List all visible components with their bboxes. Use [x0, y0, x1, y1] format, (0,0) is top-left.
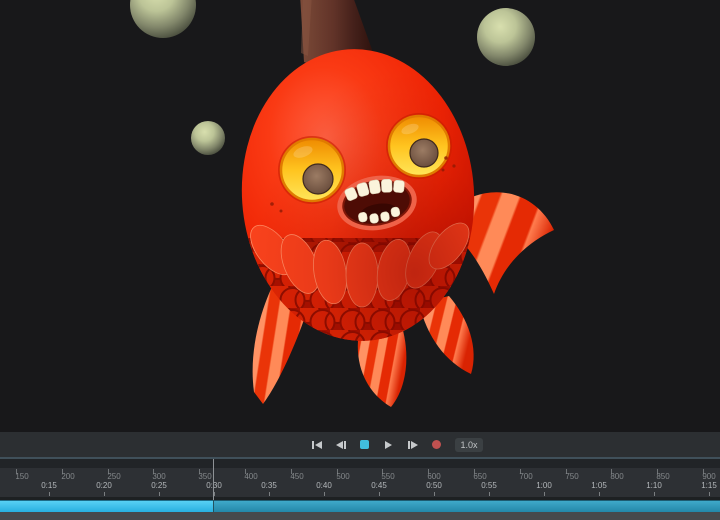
time-tick — [214, 492, 215, 496]
time-label: 0:15 — [41, 481, 57, 490]
frame-label: 300 — [152, 472, 165, 481]
transport-bar: 1.0x — [0, 432, 720, 457]
stop-button[interactable] — [357, 437, 372, 452]
frame-label: 850 — [656, 472, 669, 481]
frame-label: 600 — [427, 472, 440, 481]
frame-label: 450 — [290, 472, 303, 481]
time-tick — [159, 492, 160, 496]
playhead[interactable] — [213, 459, 214, 500]
frame-label: 200 — [61, 472, 74, 481]
frame-label: 800 — [610, 472, 623, 481]
left-pupil — [303, 164, 333, 194]
frame-label: 550 — [381, 472, 394, 481]
transport-controls: 1.0x — [309, 437, 482, 452]
timeline-ruler-top — [0, 459, 720, 468]
frame-label: 750 — [565, 472, 578, 481]
step-back-button[interactable] — [333, 437, 348, 452]
timeline-ruler[interactable]: 150 200 250 300 350 400 450 500 550 600 650 700 750 8… — [0, 468, 720, 497]
play-button[interactable] — [381, 437, 396, 452]
canvas-artwork — [0, 0, 720, 432]
skip-to-start-icon — [312, 441, 314, 449]
time-label: 0:45 — [371, 481, 387, 490]
playhead-scrollbar-marker[interactable] — [213, 500, 214, 512]
timeline-scrollbar[interactable] — [0, 500, 720, 512]
time-tick — [434, 492, 435, 496]
frame-label: 700 — [519, 472, 532, 481]
step-forward-button[interactable] — [405, 437, 420, 452]
time-tick — [104, 492, 105, 496]
record-icon — [432, 440, 441, 449]
time-tick — [599, 492, 600, 496]
time-label: 0:30 — [206, 481, 222, 490]
animation-editor-window: 1.0x 150 200 250 300 350 400 450 500 550 600 650 70… — [0, 0, 720, 520]
time-label: 0:55 — [481, 481, 497, 490]
time-tick — [49, 492, 50, 496]
step-forward-icon — [408, 441, 410, 449]
step-back-icon — [344, 441, 346, 449]
time-tick — [489, 492, 490, 496]
playback-speed-button[interactable]: 1.0x — [455, 438, 482, 452]
time-tick — [654, 492, 655, 496]
timeline-progress-elapsed — [0, 500, 213, 512]
animation-canvas[interactable] — [0, 0, 720, 432]
frame-label: 500 — [336, 472, 349, 481]
play-icon — [385, 441, 392, 449]
time-label: 0:50 — [426, 481, 442, 490]
skip-to-start-icon — [315, 441, 322, 449]
bottom-strip — [0, 512, 720, 520]
time-tick — [324, 492, 325, 496]
frame-label: 150 — [15, 472, 28, 481]
frame-label: 250 — [107, 472, 120, 481]
frame-label: 900 — [702, 472, 715, 481]
time-label: 0:25 — [151, 481, 167, 490]
timeline-progress-remaining — [214, 500, 720, 512]
time-label: 0:40 — [316, 481, 332, 490]
time-tick — [709, 492, 710, 496]
record-button[interactable] — [429, 437, 444, 452]
time-label: 1:10 — [646, 481, 662, 490]
time-label: 1:00 — [536, 481, 552, 490]
skip-to-start-button[interactable] — [309, 437, 324, 452]
bubble-small-left — [191, 121, 225, 155]
time-label: 0:35 — [261, 481, 277, 490]
step-back-icon — [336, 441, 343, 449]
time-label: 0:20 — [96, 481, 112, 490]
time-tick — [544, 492, 545, 496]
step-forward-icon — [411, 441, 418, 449]
bubble-top-right — [477, 8, 535, 66]
frame-label: 350 — [198, 472, 211, 481]
stop-icon — [360, 440, 369, 449]
time-tick — [269, 492, 270, 496]
time-label: 1:05 — [591, 481, 607, 490]
time-tick — [379, 492, 380, 496]
frame-label: 650 — [473, 472, 486, 481]
right-pupil — [410, 139, 438, 167]
time-label: 1:15 — [701, 481, 717, 490]
frame-label: 400 — [244, 472, 257, 481]
